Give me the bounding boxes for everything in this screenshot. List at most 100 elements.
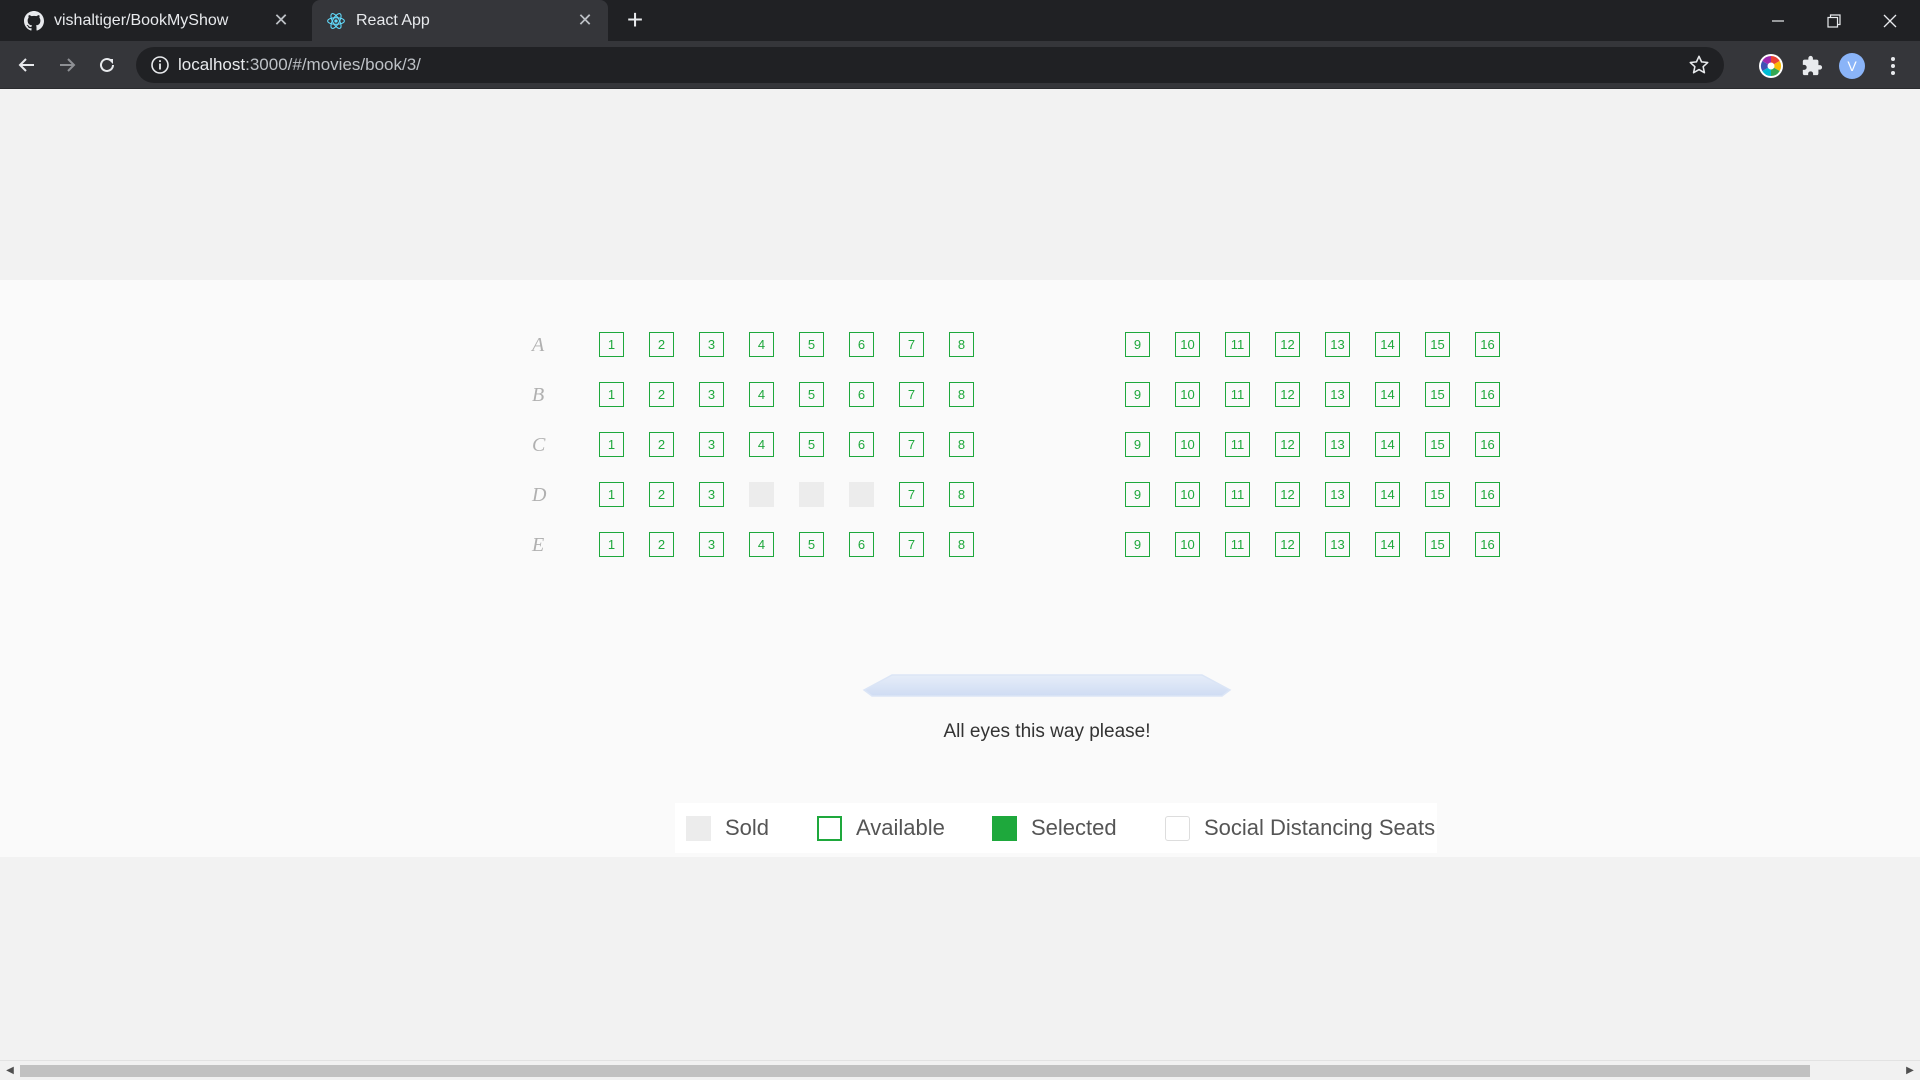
bookmark-star-icon[interactable] (1688, 54, 1710, 76)
tab-github[interactable]: vishaltiger/BookMyShow ✕ (12, 0, 304, 41)
seat-available[interactable]: 15 (1425, 482, 1450, 507)
seat-available[interactable]: 9 (1125, 382, 1150, 407)
seat-available[interactable]: 13 (1325, 382, 1350, 407)
seat-available[interactable]: 5 (799, 382, 824, 407)
seat-available[interactable]: 6 (849, 382, 874, 407)
seat-available[interactable]: 10 (1175, 482, 1200, 507)
window-close-icon[interactable] (1862, 0, 1918, 41)
seat-available[interactable]: 10 (1175, 382, 1200, 407)
seat-available[interactable]: 4 (749, 532, 774, 557)
seat-available[interactable]: 16 (1475, 532, 1500, 557)
extensions-puzzle-icon[interactable] (1799, 53, 1825, 79)
seat-available[interactable]: 11 (1225, 532, 1250, 557)
seat-available[interactable]: 2 (649, 432, 674, 457)
seat-available[interactable]: 2 (649, 532, 674, 557)
seat-available[interactable]: 4 (749, 432, 774, 457)
seat-available[interactable]: 9 (1125, 332, 1150, 357)
seat-available[interactable]: 5 (799, 332, 824, 357)
scroll-left-icon[interactable]: ◀ (4, 1065, 16, 1077)
seat-available[interactable]: 1 (599, 482, 624, 507)
seat-available[interactable]: 15 (1425, 532, 1450, 557)
seat-available[interactable]: 5 (799, 532, 824, 557)
close-icon[interactable]: ✕ (272, 11, 290, 29)
seat-available[interactable]: 16 (1475, 482, 1500, 507)
seat-available[interactable]: 14 (1375, 382, 1400, 407)
seat-available[interactable]: 12 (1275, 382, 1300, 407)
seat-available[interactable]: 12 (1275, 482, 1300, 507)
seat-available[interactable]: 7 (899, 382, 924, 407)
seat-available[interactable]: 6 (849, 432, 874, 457)
address-bar[interactable]: localhost:3000/#/movies/book/3/ (136, 47, 1724, 83)
seat-available[interactable]: 16 (1475, 332, 1500, 357)
scrollbar-thumb[interactable] (20, 1065, 1810, 1077)
seat-available[interactable]: 10 (1175, 332, 1200, 357)
seat-available[interactable]: 8 (949, 432, 974, 457)
seat-available[interactable]: 3 (699, 332, 724, 357)
seat-available[interactable]: 10 (1175, 532, 1200, 557)
avatar[interactable]: V (1839, 53, 1865, 79)
back-icon[interactable] (12, 50, 42, 80)
seat-available[interactable]: 11 (1225, 482, 1250, 507)
seat-available[interactable]: 12 (1275, 532, 1300, 557)
seat-available[interactable]: 11 (1225, 432, 1250, 457)
tab-react-app[interactable]: React App ✕ (312, 0, 608, 41)
seat-available[interactable]: 2 (649, 482, 674, 507)
seat-available[interactable]: 8 (949, 482, 974, 507)
seat-available[interactable]: 14 (1375, 532, 1400, 557)
seat-available[interactable]: 16 (1475, 432, 1500, 457)
new-tab-icon[interactable]: + (620, 6, 650, 36)
seat-available[interactable]: 1 (599, 332, 624, 357)
seat-available[interactable]: 7 (899, 482, 924, 507)
horizontal-scrollbar[interactable]: ◀ ▶ (0, 1060, 1920, 1080)
seat-available[interactable]: 15 (1425, 332, 1450, 357)
seat-available[interactable]: 10 (1175, 432, 1200, 457)
seat-available[interactable]: 13 (1325, 332, 1350, 357)
forward-icon[interactable] (52, 50, 82, 80)
reload-icon[interactable] (92, 50, 122, 80)
seat-available[interactable]: 16 (1475, 382, 1500, 407)
seat-available[interactable]: 5 (799, 432, 824, 457)
seat-available[interactable]: 12 (1275, 332, 1300, 357)
seat-available[interactable]: 9 (1125, 482, 1150, 507)
seat-available[interactable]: 1 (599, 532, 624, 557)
restore-icon[interactable] (1806, 0, 1862, 41)
screen-caption: All eyes this way please! (943, 721, 1151, 742)
seat-available[interactable]: 1 (599, 382, 624, 407)
seat-available[interactable]: 8 (949, 532, 974, 557)
seat-available[interactable]: 11 (1225, 332, 1250, 357)
seat-available[interactable]: 13 (1325, 532, 1350, 557)
seat-available[interactable]: 8 (949, 382, 974, 407)
seat-available[interactable]: 14 (1375, 482, 1400, 507)
seat-available[interactable]: 3 (699, 432, 724, 457)
seat-available[interactable]: 4 (749, 382, 774, 407)
close-icon[interactable]: ✕ (576, 11, 594, 29)
seat-available[interactable]: 2 (649, 382, 674, 407)
seat-available[interactable]: 11 (1225, 382, 1250, 407)
seat-available[interactable]: 8 (949, 332, 974, 357)
seat-available[interactable]: 6 (849, 532, 874, 557)
seat-available[interactable]: 3 (699, 482, 724, 507)
seat-available[interactable]: 12 (1275, 432, 1300, 457)
seat-available[interactable]: 15 (1425, 382, 1450, 407)
scroll-right-icon[interactable]: ▶ (1904, 1065, 1916, 1077)
seat-available[interactable]: 9 (1125, 532, 1150, 557)
seat-available[interactable]: 7 (899, 332, 924, 357)
seat-available[interactable]: 4 (749, 332, 774, 357)
seat-available[interactable]: 3 (699, 532, 724, 557)
seat-available[interactable]: 7 (899, 532, 924, 557)
seat-available[interactable]: 7 (899, 432, 924, 457)
seat-available[interactable]: 2 (649, 332, 674, 357)
seat-available[interactable]: 3 (699, 382, 724, 407)
menu-kebab-icon[interactable] (1880, 53, 1906, 79)
seat-available[interactable]: 13 (1325, 482, 1350, 507)
seat-available[interactable]: 14 (1375, 332, 1400, 357)
seat-available[interactable]: 14 (1375, 432, 1400, 457)
minimize-icon[interactable] (1750, 0, 1806, 41)
seat-available[interactable]: 13 (1325, 432, 1350, 457)
seat-available[interactable]: 15 (1425, 432, 1450, 457)
seat-available[interactable]: 6 (849, 332, 874, 357)
info-icon[interactable] (150, 55, 170, 75)
seat-available[interactable]: 9 (1125, 432, 1150, 457)
color-extension-icon[interactable] (1758, 53, 1784, 79)
seat-available[interactable]: 1 (599, 432, 624, 457)
